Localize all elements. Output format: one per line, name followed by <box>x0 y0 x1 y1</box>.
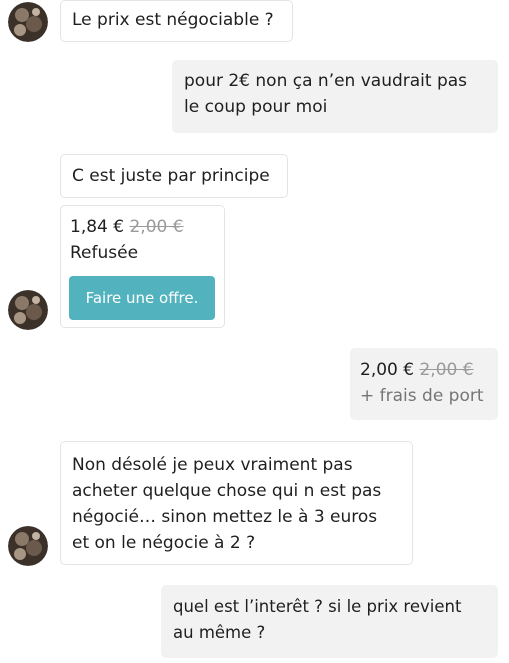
message-bubble-outgoing: pour 2€ non ça n’en vaudrait pas le coup… <box>172 60 498 133</box>
message-text-line: acheter quelque chose qui n est pas <box>72 481 382 501</box>
message-text-line: négocié… sinon mettez le à 3 euros <box>72 507 378 527</box>
message-bubble-incoming: Non désolé je peux vraiment pas acheter … <box>60 441 413 565</box>
offer-card-outgoing: 2,00 € 2,00 € + frais de port <box>350 348 498 420</box>
offer-status: Refusée <box>70 243 139 263</box>
shipping-note: + frais de port <box>360 386 484 406</box>
message-bubble-incoming: Le prix est négociable ? <box>60 0 293 42</box>
message-bubble-incoming: C est juste par principe <box>60 154 288 198</box>
message-text-line: le coup pour moi <box>184 97 328 117</box>
user-avatar-icon[interactable] <box>8 2 48 42</box>
message-text-line: et on le négocie à 2 ? <box>72 533 256 553</box>
message-text-line: Non désolé je peux vraiment pas <box>72 455 353 475</box>
message-text-line: pour 2€ non ça n’en vaudrait pas <box>184 71 468 91</box>
user-avatar-icon[interactable] <box>8 526 48 566</box>
message-text: C est juste par principe <box>72 166 270 186</box>
offer-card: 1,84 € 2,00 € Refusée Faire une offre. <box>60 205 225 328</box>
make-offer-button[interactable]: Faire une offre. <box>69 276 215 320</box>
offer-price: 2,00 € <box>360 360 415 380</box>
user-avatar-icon[interactable] <box>8 290 48 330</box>
message-text-line: quel est l’interêt ? si le prix revient <box>173 597 462 616</box>
message-text: Le prix est négociable ? <box>72 10 274 30</box>
message-bubble-outgoing: quel est l’interêt ? si le prix revient … <box>161 585 498 658</box>
original-price: 2,00 € <box>129 217 184 237</box>
original-price: 2,00 € <box>419 360 474 380</box>
message-text-line: au même ? <box>173 623 266 642</box>
offer-price: 1,84 € <box>70 217 125 237</box>
